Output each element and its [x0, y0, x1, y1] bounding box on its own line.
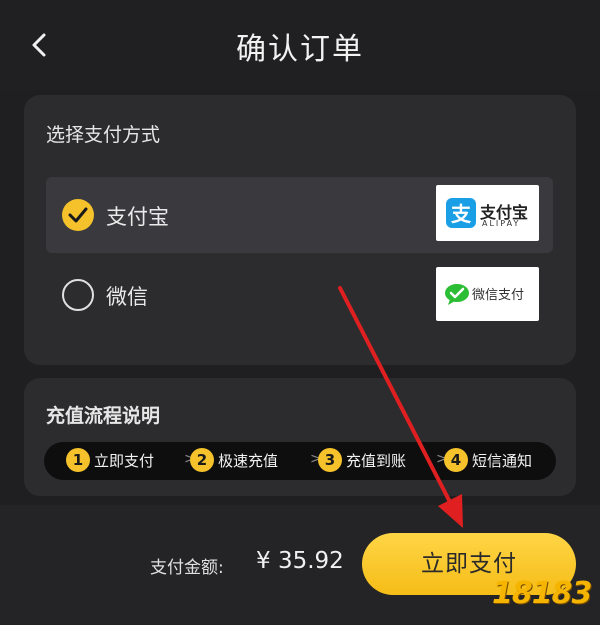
- step-number: 3: [318, 448, 342, 472]
- payment-option-wechat[interactable]: 微信 微信支付: [46, 257, 553, 333]
- alipay-logo-en: ALIPAY: [482, 219, 521, 228]
- watermark-logo: 18183: [492, 572, 592, 617]
- page-title: 确认订单: [236, 32, 364, 67]
- alipay-label: 支付宝: [106, 205, 169, 229]
- watermark-text: 18183: [492, 576, 592, 611]
- checkmark-icon: [68, 207, 88, 223]
- alipay-icon: 支: [446, 198, 476, 228]
- wechat-label: 微信: [106, 285, 148, 309]
- payment-option-alipay[interactable]: 支付宝 支 支付宝 ALIPAY: [46, 177, 553, 253]
- recharge-flow-card: 充值流程说明 1 立即支付 >> 2 极速充值 >> 3 充值到账 >> 4 短…: [24, 378, 576, 496]
- wechat-pay-logo: 微信支付: [436, 267, 539, 321]
- step-label: 短信通知: [472, 452, 533, 470]
- wechat-icon: [445, 284, 469, 305]
- amount-value: ¥ 35.92: [256, 548, 344, 574]
- step-label: 充值到账: [346, 452, 407, 470]
- wechat-radio-unchecked[interactable]: [62, 279, 94, 311]
- step-label: 极速充值: [218, 452, 279, 470]
- amount-label: 支付金额:: [150, 558, 224, 578]
- svg-text:支: 支: [451, 202, 472, 226]
- step-number: 2: [190, 448, 214, 472]
- recharge-flow-title: 充值流程说明: [46, 405, 161, 427]
- payment-method-card: 选择支付方式 支付宝 支 支付宝 ALIPAY 微信 微信支付: [24, 95, 576, 365]
- wechat-logo-text: 微信支付: [472, 288, 525, 303]
- step-number: 4: [444, 448, 468, 472]
- alipay-radio-checked[interactable]: [62, 199, 94, 231]
- alipay-logo: 支 支付宝 ALIPAY: [436, 185, 539, 241]
- payment-method-title: 选择支付方式: [46, 124, 161, 146]
- step-number: 1: [66, 448, 90, 472]
- header-bar: 确认订单: [0, 0, 600, 90]
- step-label: 立即支付: [94, 452, 155, 470]
- flow-steps-bar: 1 立即支付 >> 2 极速充值 >> 3 充值到账 >> 4 短信通知: [44, 442, 556, 480]
